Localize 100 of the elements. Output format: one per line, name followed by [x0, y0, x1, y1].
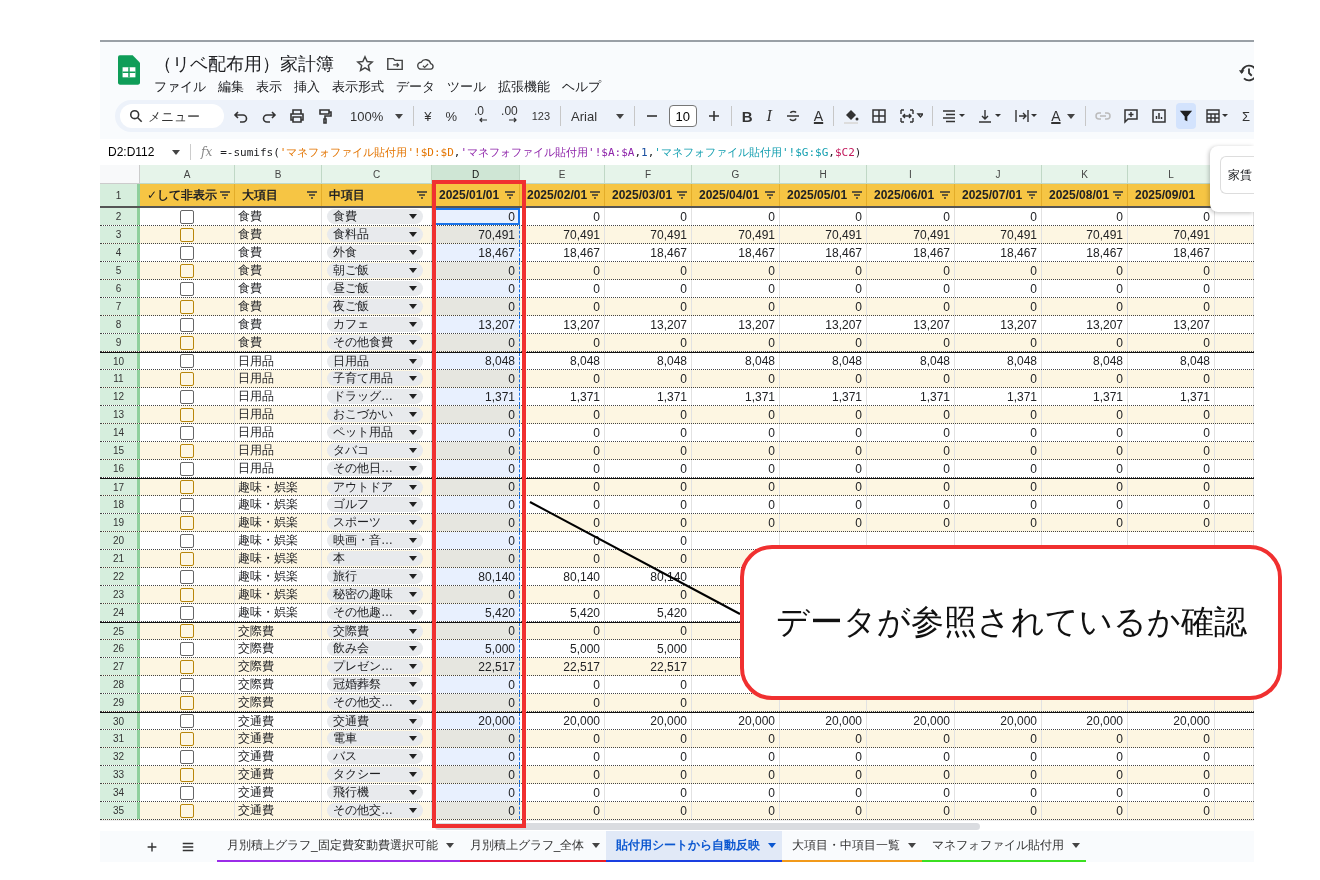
checkbox[interactable] [180, 569, 194, 584]
column-header[interactable]: F [605, 165, 692, 184]
row-number[interactable]: 27 [100, 658, 140, 675]
filter-icon[interactable] [219, 190, 231, 200]
row-number[interactable]: 20 [100, 532, 140, 549]
checkbox[interactable] [180, 335, 194, 350]
filter-icon[interactable] [1026, 190, 1038, 200]
row-number[interactable]: 16 [100, 460, 140, 477]
checkbox[interactable] [180, 425, 194, 440]
filter-icon[interactable] [851, 190, 863, 200]
menu-icon[interactable] [181, 840, 195, 854]
checkbox[interactable] [180, 389, 194, 404]
item-dropdown[interactable]: ドラッグ… [327, 389, 423, 404]
menu-item[interactable]: 表示 [256, 78, 282, 96]
column-header[interactable]: G [692, 165, 780, 184]
filter-icon[interactable] [676, 190, 688, 200]
item-dropdown[interactable]: その他日… [327, 461, 423, 476]
item-dropdown[interactable]: 交際費 [327, 623, 423, 639]
item-dropdown[interactable]: 飛行機 [327, 785, 423, 800]
column-header[interactable]: C [322, 165, 432, 184]
row-number[interactable]: 29 [100, 694, 140, 711]
row-number[interactable]: 23 [100, 586, 140, 603]
item-dropdown[interactable]: 食費 [327, 209, 423, 224]
formula-text[interactable]: =-sumifs('マネフォファイル貼付用'!$D:$D,'マネフォファイル貼付用'!$A:$A,1,'マネフォファイル貼付用'!$G:$G,$C2) [220, 144, 862, 160]
item-dropdown[interactable]: スポーツ [327, 515, 423, 530]
item-dropdown[interactable]: 子育て用品 [327, 371, 423, 386]
row-number[interactable]: 7 [100, 298, 140, 315]
merge-cells-icon[interactable] [899, 108, 924, 124]
checkbox[interactable] [180, 227, 194, 242]
sheet-tab[interactable]: 貼付用シートから自動反映 [606, 831, 783, 862]
row-number[interactable]: 28 [100, 676, 140, 693]
checkbox[interactable] [180, 245, 194, 260]
menu-search-field[interactable]: メニュー [120, 104, 224, 128]
item-dropdown[interactable]: 秘密の趣味 [327, 587, 423, 602]
item-dropdown[interactable]: おこづかい [327, 407, 423, 422]
menu-item[interactable]: ヘルプ [562, 78, 601, 96]
row-number[interactable]: 12 [100, 388, 140, 405]
item-dropdown[interactable]: タバコ [327, 443, 423, 458]
row-number[interactable]: 34 [100, 784, 140, 801]
item-dropdown[interactable]: 映画・音… [327, 533, 423, 548]
filter-icon[interactable] [764, 190, 776, 200]
menu-item[interactable]: 表示形式 [332, 78, 384, 96]
sum-button[interactable]: Σ [1237, 104, 1254, 128]
row-number[interactable]: 8 [100, 316, 140, 333]
print-icon[interactable] [289, 108, 305, 124]
checkbox[interactable] [180, 533, 194, 548]
checkbox[interactable] [180, 263, 194, 278]
percent-button[interactable]: % [441, 104, 462, 128]
filter-button[interactable] [1175, 103, 1196, 129]
checkbox[interactable] [180, 785, 194, 800]
menu-item[interactable]: 編集 [218, 78, 244, 96]
item-dropdown[interactable]: その他交… [327, 695, 423, 710]
item-dropdown[interactable]: プレゼン… [327, 659, 423, 674]
checkbox[interactable] [180, 317, 194, 332]
checkbox[interactable] [180, 407, 194, 422]
item-dropdown[interactable]: 冠婚葬祭 [327, 677, 423, 692]
functions-icon[interactable] [1204, 108, 1229, 124]
column-header[interactable]: H [780, 165, 867, 184]
chart-icon[interactable] [1150, 108, 1167, 124]
text-color-button[interactable]: A [809, 104, 828, 128]
align-icon[interactable] [942, 108, 967, 124]
checkbox[interactable] [180, 641, 194, 656]
row-number[interactable]: 9 [100, 334, 140, 351]
item-dropdown[interactable]: ゴルフ [327, 497, 423, 512]
history-icon[interactable] [1238, 62, 1254, 84]
star-icon[interactable] [356, 55, 374, 73]
row-number[interactable]: 5 [100, 262, 140, 279]
row-number[interactable]: 31 [100, 730, 140, 747]
item-dropdown[interactable]: 朝ご飯 [327, 263, 423, 278]
decrease-decimals-button[interactable]: .0 [467, 104, 492, 128]
item-dropdown[interactable]: 飲み会 [327, 641, 423, 656]
checkbox[interactable] [180, 209, 194, 224]
checkbox[interactable] [180, 443, 194, 458]
row-number[interactable]: 15 [100, 442, 140, 459]
checkbox[interactable] [180, 767, 194, 782]
row-number[interactable]: 30 [100, 713, 140, 729]
italic-button[interactable]: I [762, 104, 776, 128]
filter-icon[interactable] [416, 190, 428, 200]
row-number[interactable]: 1 [100, 184, 140, 206]
row-number[interactable]: 11 [100, 370, 140, 387]
item-dropdown[interactable]: 外食 [327, 245, 423, 260]
row-number[interactable]: 32 [100, 748, 140, 765]
column-header[interactable]: E [520, 165, 605, 184]
font-size-field[interactable]: 10 [668, 105, 697, 127]
item-dropdown[interactable]: カフェ [327, 317, 423, 332]
menu-item[interactable]: データ [396, 78, 435, 96]
column-header[interactable]: K [1042, 165, 1128, 184]
checkbox[interactable] [180, 497, 194, 512]
checkbox[interactable] [180, 515, 194, 530]
checkbox[interactable] [180, 299, 194, 314]
filter-icon[interactable] [306, 190, 318, 200]
item-dropdown[interactable]: アウトドア [327, 479, 423, 495]
row-number[interactable]: 2 [100, 208, 140, 225]
row-number[interactable]: 10 [100, 353, 140, 369]
text-wrap-icon[interactable] [1014, 108, 1039, 124]
column-header[interactable]: J [955, 165, 1042, 184]
filter-icon[interactable] [504, 190, 516, 200]
row-number[interactable]: 17 [100, 479, 140, 495]
undo-icon[interactable] [233, 108, 249, 124]
checkbox[interactable] [180, 281, 194, 296]
